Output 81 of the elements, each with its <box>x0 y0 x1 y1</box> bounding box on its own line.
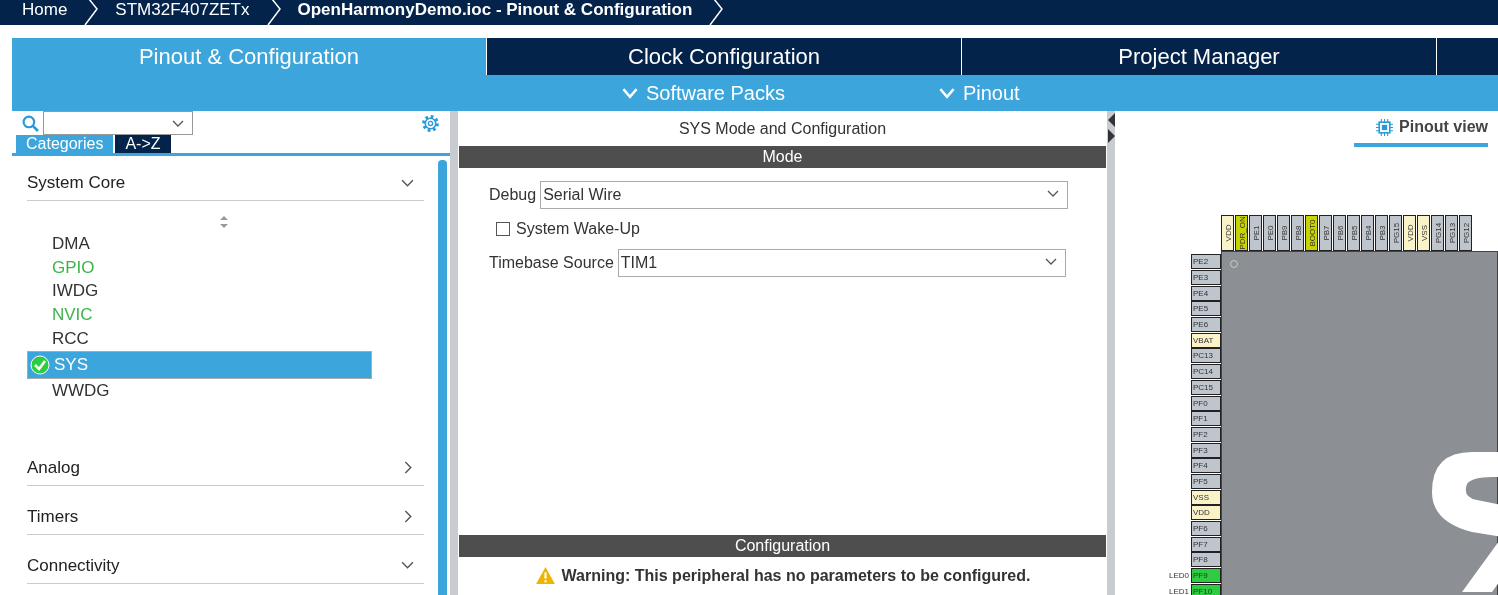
pin[interactable]: PF1 <box>1191 411 1221 427</box>
checkbox-label: System Wake-Up <box>516 220 640 238</box>
section-header: Configuration <box>459 535 1106 557</box>
pin[interactable]: PE5 <box>1191 301 1221 317</box>
pin[interactable]: PB5 <box>1347 215 1360 251</box>
pin[interactable]: PG12 <box>1459 215 1472 251</box>
chevron-down-icon <box>1044 258 1057 266</box>
main-tab[interactable]: Project Manager <box>962 38 1436 75</box>
collapse-arrows-icon[interactable] <box>1107 113 1115 143</box>
panel-title: SYS Mode and Configuration <box>677 118 888 139</box>
pin[interactable]: PE4 <box>1191 285 1221 301</box>
chevron-down-icon <box>938 87 955 99</box>
pin[interactable]: PE0 <box>1263 215 1276 251</box>
breadcrumb-item[interactable]: Home <box>22 1 68 25</box>
pin[interactable]: PC15 <box>1191 379 1221 395</box>
pin[interactable]: PF2 <box>1191 426 1221 442</box>
pin[interactable]: PB6 <box>1333 215 1346 251</box>
pin[interactable]: PB7 <box>1319 215 1332 251</box>
pin[interactable]: VDD <box>1221 215 1234 251</box>
pin[interactable]: PF6 <box>1191 521 1221 537</box>
pin[interactable]: PF7 <box>1191 536 1221 552</box>
view-tab[interactable]: A->Z <box>115 135 171 153</box>
pin[interactable]: PG14 <box>1431 215 1444 251</box>
pin[interactable]: PF5 <box>1191 473 1221 489</box>
pin[interactable]: PF0 <box>1191 395 1221 411</box>
pin[interactable]: VSS <box>1191 489 1221 505</box>
category-item[interactable]: IWDG <box>27 279 372 304</box>
section-header: Mode <box>459 146 1106 168</box>
category-item[interactable]: RCC <box>27 327 372 351</box>
pin[interactable]: VDD <box>1191 505 1221 521</box>
pin[interactable]: PG15 <box>1389 215 1402 251</box>
debug-select[interactable]: Serial Wire <box>540 181 1069 209</box>
search-combo-field[interactable] <box>43 111 193 135</box>
field-label: Debug <box>489 186 537 204</box>
warning-icon <box>534 566 556 586</box>
chevron-down-icon <box>172 120 184 128</box>
pin[interactable]: PC14 <box>1191 364 1221 380</box>
pin[interactable]: PC13 <box>1191 348 1221 364</box>
pin[interactable]: PE2 <box>1191 254 1221 270</box>
pin[interactable]: PE3 <box>1191 270 1221 286</box>
pin[interactable]: PE1 <box>1249 215 1262 251</box>
pin[interactable]: VBAT <box>1191 332 1221 348</box>
category-header[interactable]: Connectivity <box>27 548 424 584</box>
breadcrumb-item[interactable]: OpenHarmonyDemo.ioc - Pinout & Configuration <box>297 1 693 25</box>
category-header[interactable]: Analog <box>27 450 424 486</box>
pin[interactable]: PB9 <box>1277 215 1290 251</box>
pin[interactable]: PF8 <box>1191 552 1221 568</box>
pin[interactable]: PF3 <box>1191 442 1221 458</box>
tab-stub <box>1437 38 1498 75</box>
main-tab[interactable]: Clock Configuration <box>487 38 961 75</box>
scrollbar[interactable] <box>438 160 447 595</box>
pin[interactable]: PF9 <box>1191 568 1221 584</box>
checkbox[interactable] <box>496 222 510 236</box>
field-label: Timebase Source <box>489 254 614 272</box>
pin[interactable]: PB4 <box>1361 215 1374 251</box>
pinout-view-tab[interactable]: Pinout view <box>1354 111 1488 147</box>
pin[interactable]: VDD <box>1403 215 1416 251</box>
settings-icon[interactable] <box>420 112 441 134</box>
breadcrumb-item[interactable]: STM32F407ZETx <box>115 1 250 25</box>
sort-icon[interactable] <box>219 215 229 229</box>
chip-icon <box>1376 118 1394 136</box>
search-icon[interactable] <box>22 114 39 132</box>
category-header[interactable]: Timers <box>27 499 424 535</box>
category-item[interactable]: WWDG <box>27 379 372 403</box>
pin[interactable]: PF4 <box>1191 458 1221 474</box>
signal-label: LED0 <box>1169 571 1189 581</box>
pin[interactable]: PDR_ON <box>1235 215 1248 251</box>
chevron-down-icon <box>1047 190 1060 198</box>
signal-label: LED1 <box>1169 586 1189 595</box>
pin[interactable]: VSS <box>1417 215 1430 251</box>
category-header[interactable]: System Core <box>27 166 424 201</box>
pin[interactable]: PB8 <box>1291 215 1304 251</box>
category-item[interactable]: DMA <box>27 232 372 256</box>
pin[interactable]: PG13 <box>1445 215 1458 251</box>
chevron-down-icon <box>622 87 638 99</box>
pin[interactable]: PF10 <box>1191 583 1221 595</box>
warning-text: Warning: This peripheral has no parameters to be configured. <box>561 567 1031 585</box>
timebase-select[interactable]: TIM1 <box>617 249 1066 277</box>
pin[interactable]: BOOT0 <box>1305 215 1318 251</box>
pin[interactable]: PE6 <box>1191 317 1221 333</box>
pin[interactable]: PB3 <box>1375 215 1388 251</box>
